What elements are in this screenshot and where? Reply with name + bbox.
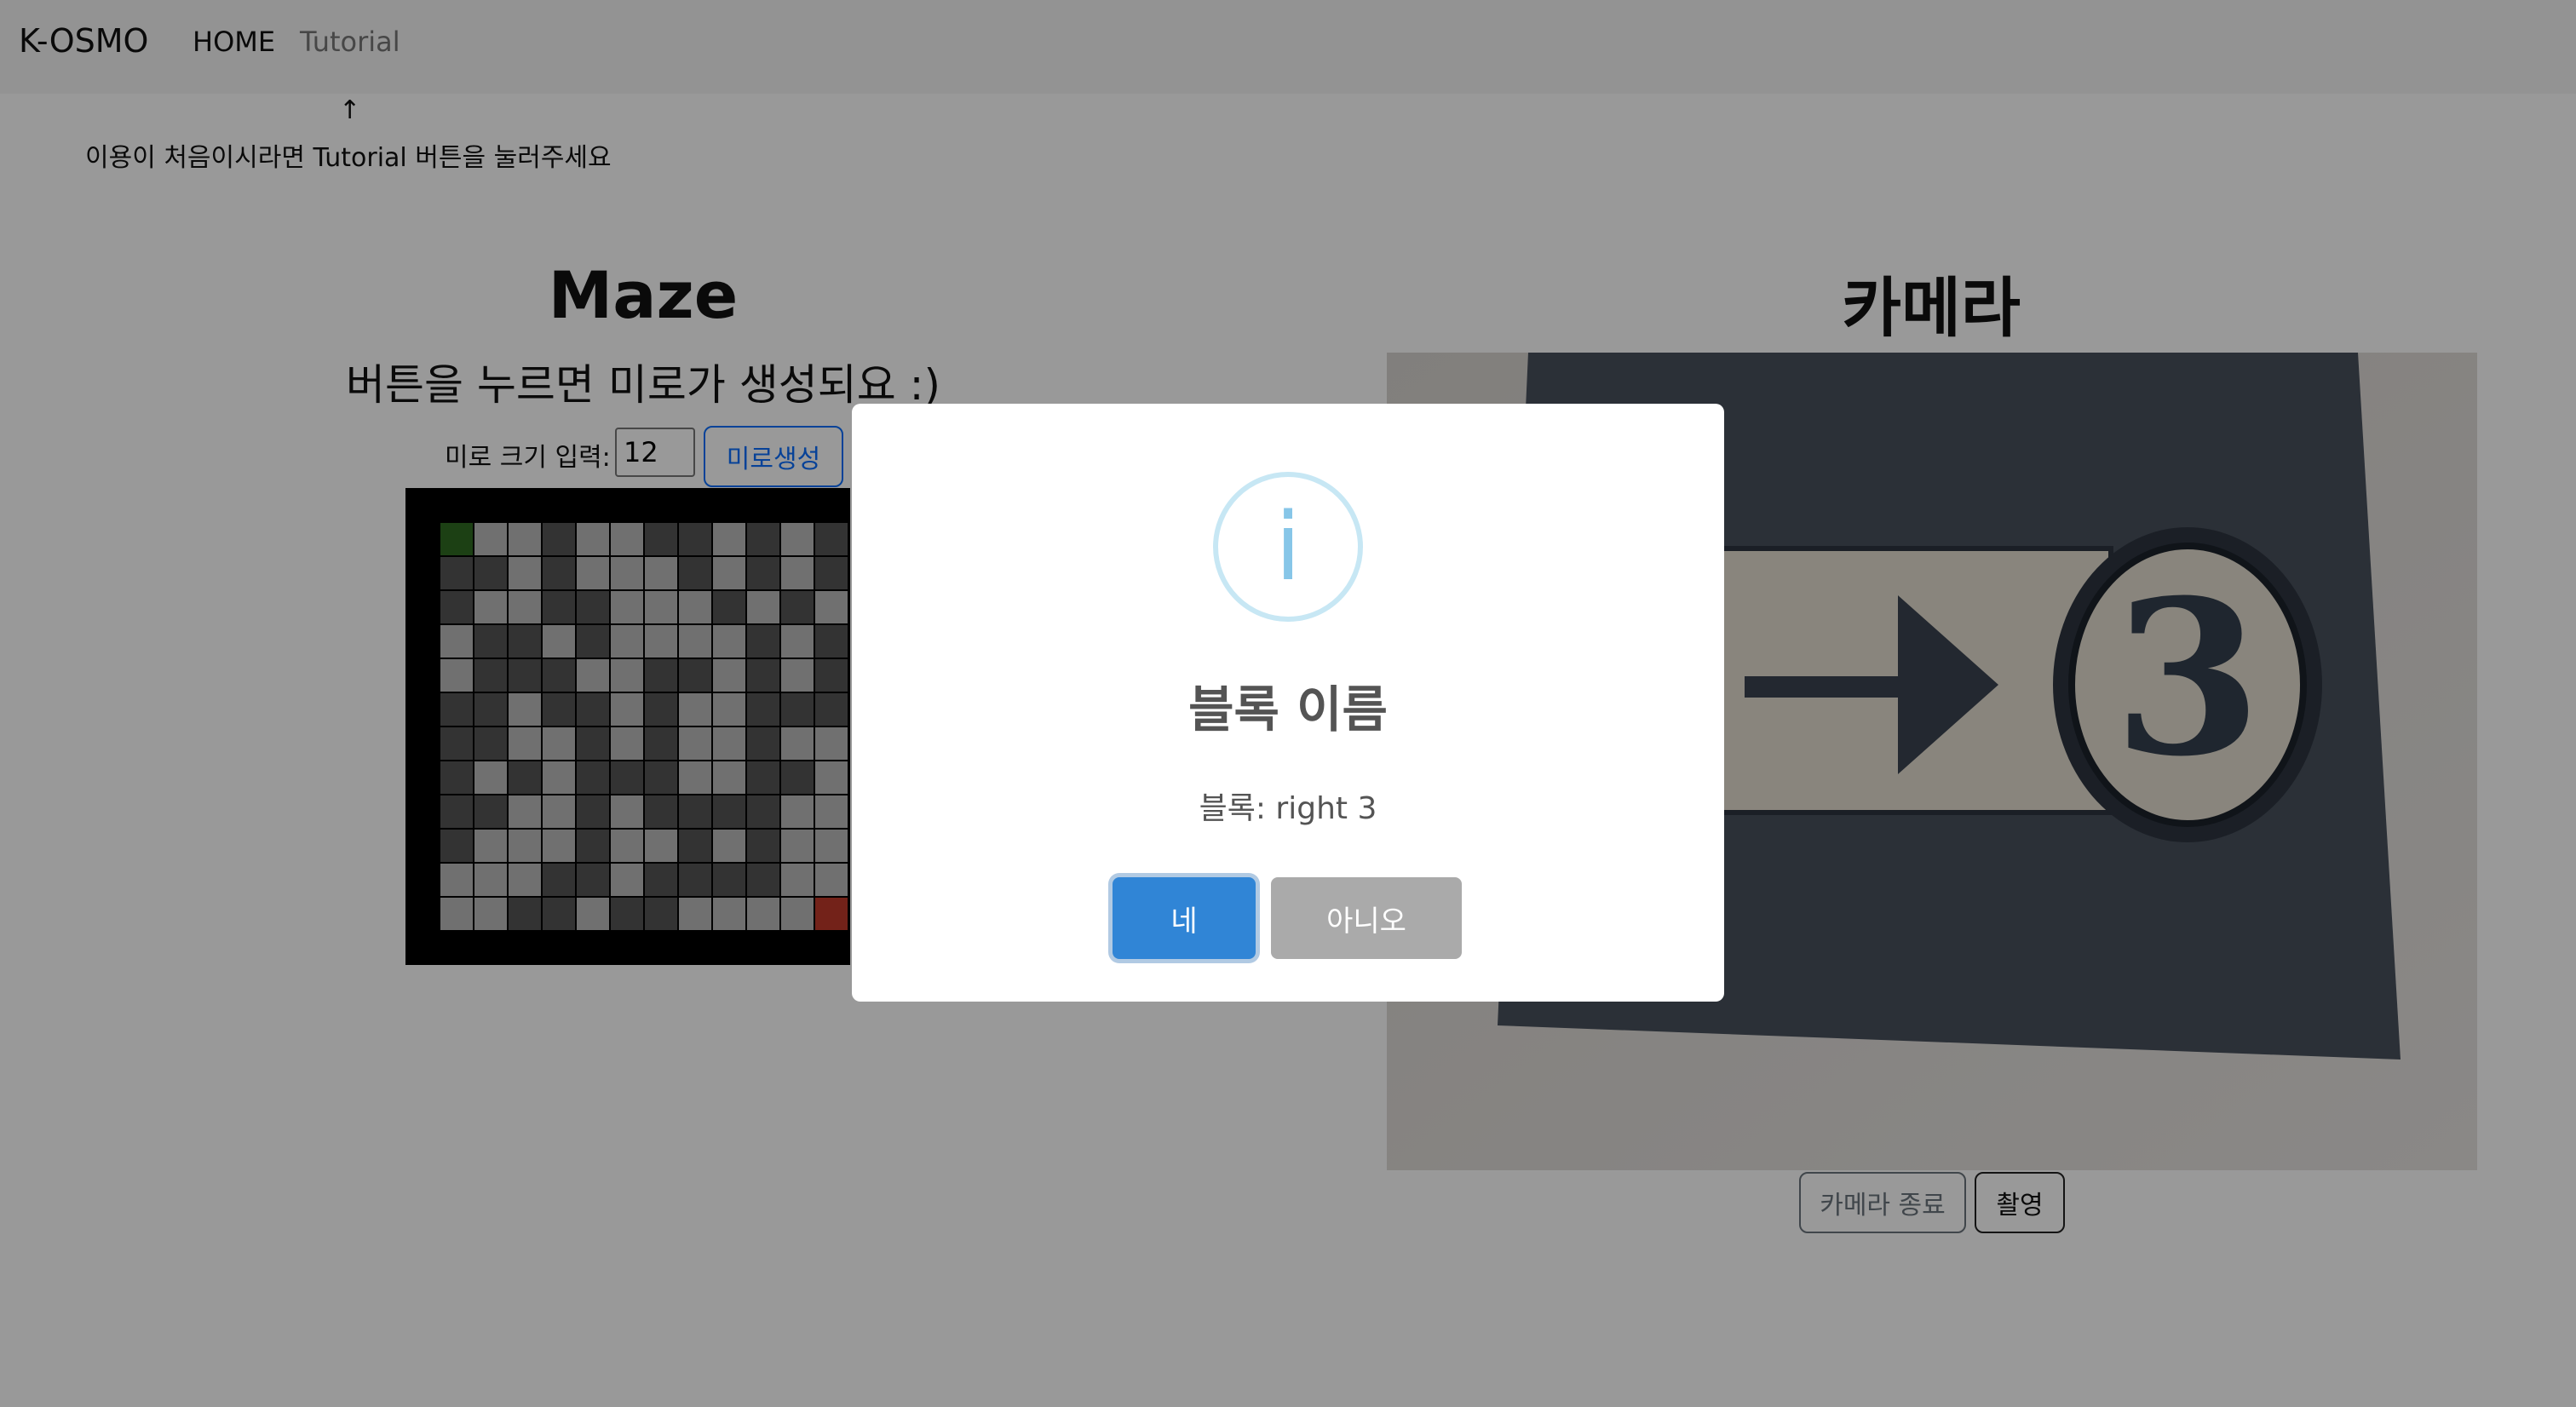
info-icon: i xyxy=(1213,472,1363,622)
block-name-dialog: i 블록 이름 블록: right 3 네 아니오 xyxy=(852,404,1724,1002)
dialog-title: 블록 이름 xyxy=(1188,681,1388,738)
cancel-button[interactable]: 아니오 xyxy=(1271,877,1462,959)
dialog-text: 블록: right 3 xyxy=(1199,791,1377,826)
confirm-button[interactable]: 네 xyxy=(1113,877,1256,959)
